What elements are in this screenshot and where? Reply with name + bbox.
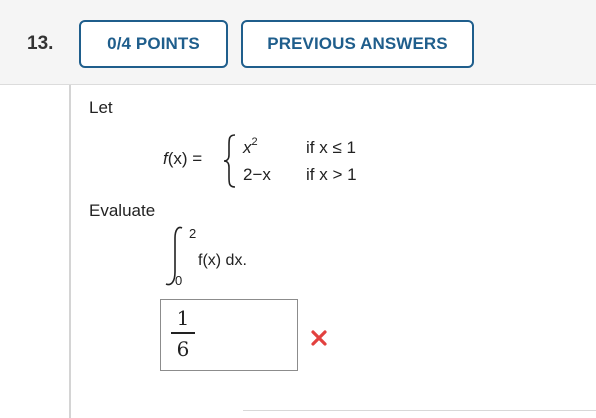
integrand: f(x) dx. bbox=[198, 252, 247, 269]
question-number: 13. bbox=[27, 33, 54, 54]
answer-numerator: 1 bbox=[176, 306, 190, 330]
function-lhs: f(x) = bbox=[163, 149, 203, 168]
question-header: 13. 0/4 POINTS PREVIOUS ANSWERS bbox=[0, 0, 596, 85]
answer-denominator: 6 bbox=[176, 336, 190, 361]
answer-input[interactable]: 1 6 bbox=[160, 299, 298, 371]
points-button[interactable]: 0/4 POINTS bbox=[79, 20, 228, 68]
integral-lower-limit: 0 bbox=[175, 273, 183, 288]
previous-answers-button[interactable]: PREVIOUS ANSWERS bbox=[241, 20, 474, 68]
left-brace-icon bbox=[223, 134, 236, 188]
case-1-condition: if x ≤ 1 bbox=[306, 138, 356, 157]
next-section-border bbox=[243, 410, 596, 411]
evaluate-label: Evaluate bbox=[89, 201, 156, 220]
content-divider bbox=[69, 85, 71, 418]
fraction-bar bbox=[171, 332, 195, 334]
case-2-expr: 2−x bbox=[243, 165, 271, 184]
answer-fraction: 1 6 bbox=[171, 306, 195, 362]
let-label: Let bbox=[89, 98, 113, 117]
case-1-expr: x2 bbox=[243, 136, 258, 157]
x-mark-icon bbox=[311, 330, 327, 346]
case-2-condition: if x > 1 bbox=[306, 165, 357, 184]
integral-upper-limit: 2 bbox=[189, 226, 197, 241]
